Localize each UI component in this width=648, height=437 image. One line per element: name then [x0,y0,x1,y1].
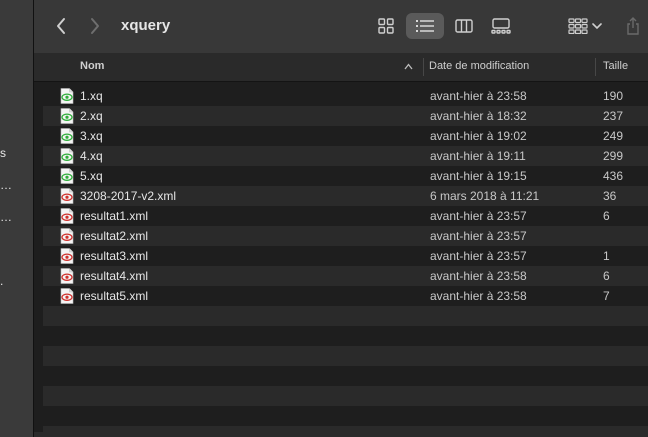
empty-row [43,406,648,426]
file-date: avant-hier à 18:32 [430,109,527,123]
file-date: 6 mars 2018 à 11:21 [430,189,540,203]
file-size: 6 [603,209,610,223]
sidebar-item-fragment[interactable]: … [0,178,12,192]
file-date: avant-hier à 23:58 [430,269,527,283]
back-button[interactable] [50,13,72,39]
file-name: resultat2.xml [80,229,149,243]
file-size: 1 [603,249,610,263]
xml-file-icon [60,208,74,224]
chevron-right-icon [91,18,99,34]
file-date: avant-hier à 23:58 [430,289,527,303]
empty-row [43,386,648,406]
xq-file-icon [60,148,74,164]
file-size: 249 [603,129,624,143]
file-date: avant-hier à 19:11 [430,149,526,163]
file-name: 4.xq [80,149,103,163]
empty-row [43,366,648,386]
xml-file-icon [60,288,74,304]
file-row[interactable]: 1.xq avant-hier à 23:58 190 [43,86,648,106]
file-size: 436 [603,169,624,183]
file-row[interactable]: 5.xq avant-hier à 19:15 436 [43,166,648,186]
file-row[interactable]: resultat1.xml avant-hier à 23:57 6 [43,206,648,226]
list-icon [416,20,434,32]
share-button[interactable] [622,13,644,39]
xml-file-icon [60,228,74,244]
window-bottom-edge [34,432,648,437]
file-row[interactable]: 3208-2017-v2.xml 6 mars 2018 à 11:21 36 [43,186,648,206]
file-row[interactable]: 2.xq avant-hier à 18:32 237 [43,106,648,126]
column-header-name[interactable]: Nom [80,53,104,81]
column-header-date[interactable]: Date de modification [429,53,529,81]
sidebar: s … … . [0,0,34,437]
file-date: avant-hier à 23:58 [430,89,527,103]
column-header: Nom Date de modification Taille [34,53,648,82]
xq-file-icon [60,168,74,184]
columns-icon [455,19,473,33]
column-divider[interactable] [423,58,424,76]
view-list-button[interactable] [406,13,444,39]
file-date: avant-hier à 23:57 [430,209,527,223]
file-date: avant-hier à 19:02 [430,129,527,143]
file-name: resultat4.xml [80,269,149,283]
gallery-icon [491,18,511,34]
view-gallery-button[interactable] [484,13,518,39]
file-name: resultat1.xml [80,209,149,223]
xml-file-icon [60,268,74,284]
file-name: 3208-2017-v2.xml [80,189,177,203]
file-row[interactable]: 3.xq avant-hier à 19:02 249 [43,126,648,146]
file-row[interactable]: resultat5.xml avant-hier à 23:58 7 [43,286,648,306]
file-row[interactable]: resultat4.xml avant-hier à 23:58 6 [43,266,648,286]
file-name: 1.xq [80,89,103,103]
file-name: 2.xq [80,109,103,123]
xq-file-icon [60,88,74,104]
file-name: 3.xq [80,129,103,143]
group-grid-icon [568,18,588,34]
window-title: xquery [121,17,171,34]
file-date: avant-hier à 23:57 [430,249,527,263]
file-size: 299 [603,149,624,163]
group-button[interactable] [564,13,606,39]
xq-file-icon [60,128,74,144]
file-date: avant-hier à 19:15 [430,169,527,183]
view-icons-button[interactable] [370,13,402,39]
file-row[interactable]: resultat2.xml avant-hier à 23:57 [43,226,648,246]
file-row[interactable]: 4.xq avant-hier à 19:11 299 [43,146,648,166]
file-name: resultat3.xml [80,249,149,263]
share-icon [627,17,639,35]
grid-icon [378,18,394,34]
file-list: 1.xq avant-hier à 23:58 190 2.xq avant-hier … [34,82,648,437]
xml-file-icon [60,248,74,264]
file-size: 6 [603,269,610,283]
file-name: resultat5.xml [80,289,149,303]
file-size: 7 [603,289,610,303]
file-name: 5.xq [80,169,103,183]
empty-row [43,326,648,346]
empty-row [43,306,648,326]
toolbar: xquery [34,0,648,54]
xml-file-icon [60,188,74,204]
chevron-left-icon [57,18,65,34]
column-header-size[interactable]: Taille [603,53,628,81]
file-date: avant-hier à 23:57 [430,229,527,243]
file-size: 237 [603,109,624,123]
view-columns-button[interactable] [448,13,480,39]
sidebar-item-fragment[interactable]: s [0,146,6,160]
sidebar-item-fragment[interactable]: . [0,274,3,288]
sidebar-item-fragment[interactable]: … [0,210,12,224]
file-row[interactable]: resultat3.xml avant-hier à 23:57 1 [43,246,648,266]
column-divider[interactable] [595,58,596,76]
file-size: 36 [603,189,617,203]
empty-row [43,346,648,366]
chevron-down-icon [592,23,602,30]
file-size: 190 [603,89,624,103]
forward-button[interactable] [84,13,106,39]
xq-file-icon [60,108,74,124]
sort-ascending-icon[interactable] [404,63,413,70]
